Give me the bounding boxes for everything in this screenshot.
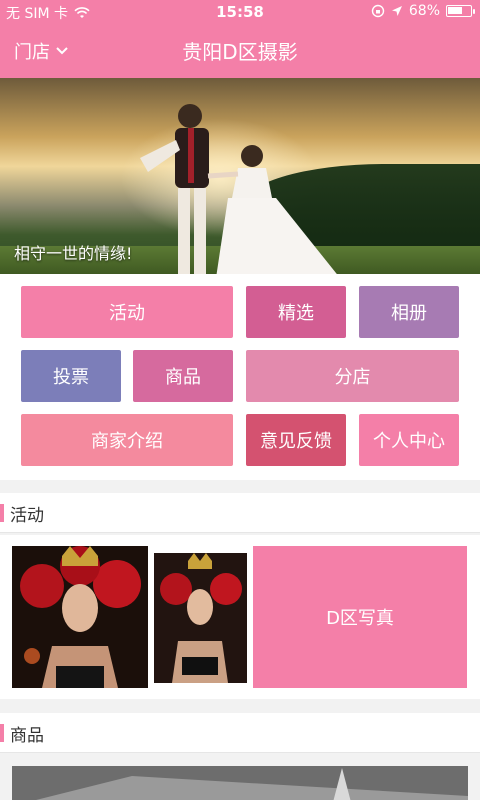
activity-list: D区写真 — [0, 535, 480, 699]
status-bar: 无 SIM 卡 15:58 68% — [0, 0, 480, 24]
product-image[interactable] — [12, 766, 468, 800]
activity-section-header: 活动 — [0, 493, 480, 533]
top-bar: 无 SIM 卡 15:58 68% 门店 贵阳D区摄影 — [0, 0, 480, 78]
section-accent-bar — [0, 504, 4, 522]
nav-bar: 门店 贵阳D区摄影 — [0, 24, 480, 78]
menu-vote-button[interactable]: 投票 — [21, 350, 121, 402]
menu-products-button[interactable]: 商品 — [133, 350, 233, 402]
section-accent-bar — [0, 724, 4, 742]
hero-banner[interactable]: 相守一世的情缘! — [0, 78, 480, 274]
products-section-header: 商品 — [0, 713, 480, 753]
page-title: 贵阳D区摄影 — [182, 40, 298, 64]
menu-album-button[interactable]: 相册 — [359, 286, 459, 338]
couple-illustration — [140, 104, 337, 274]
activity-section-title: 活动 — [10, 506, 44, 526]
promo-label: D区写真 — [326, 608, 394, 629]
menu-activity-button[interactable]: 活动 — [21, 286, 233, 338]
portrait-image — [12, 546, 148, 688]
menu-branches-button[interactable]: 分店 — [246, 350, 459, 402]
activity-photo-2[interactable] — [154, 553, 247, 683]
status-right: 68% — [371, 3, 475, 19]
menu-feedback-button[interactable]: 意见反馈 — [246, 414, 346, 466]
location-arrow-icon — [391, 6, 402, 16]
activity-promo-tile[interactable]: D区写真 — [253, 546, 467, 688]
menu-about-button[interactable]: 商家介绍 — [21, 414, 233, 466]
battery-icon — [446, 5, 475, 17]
product-photo — [12, 766, 468, 800]
portrait-image — [154, 553, 247, 683]
battery-percent: 68% — [408, 3, 440, 19]
activity-photo-1[interactable] — [12, 546, 148, 688]
banner-caption: 相守一世的情缘! — [14, 244, 133, 263]
menu-featured-button[interactable]: 精选 — [246, 286, 346, 338]
products-section-title: 商品 — [10, 726, 44, 746]
menu-grid: 活动 精选 相册 投票 商品 分店 商家介绍 意见反馈 个人中心 — [0, 274, 480, 480]
menu-profile-button[interactable]: 个人中心 — [359, 414, 459, 466]
lock-rotation-icon — [371, 4, 385, 18]
